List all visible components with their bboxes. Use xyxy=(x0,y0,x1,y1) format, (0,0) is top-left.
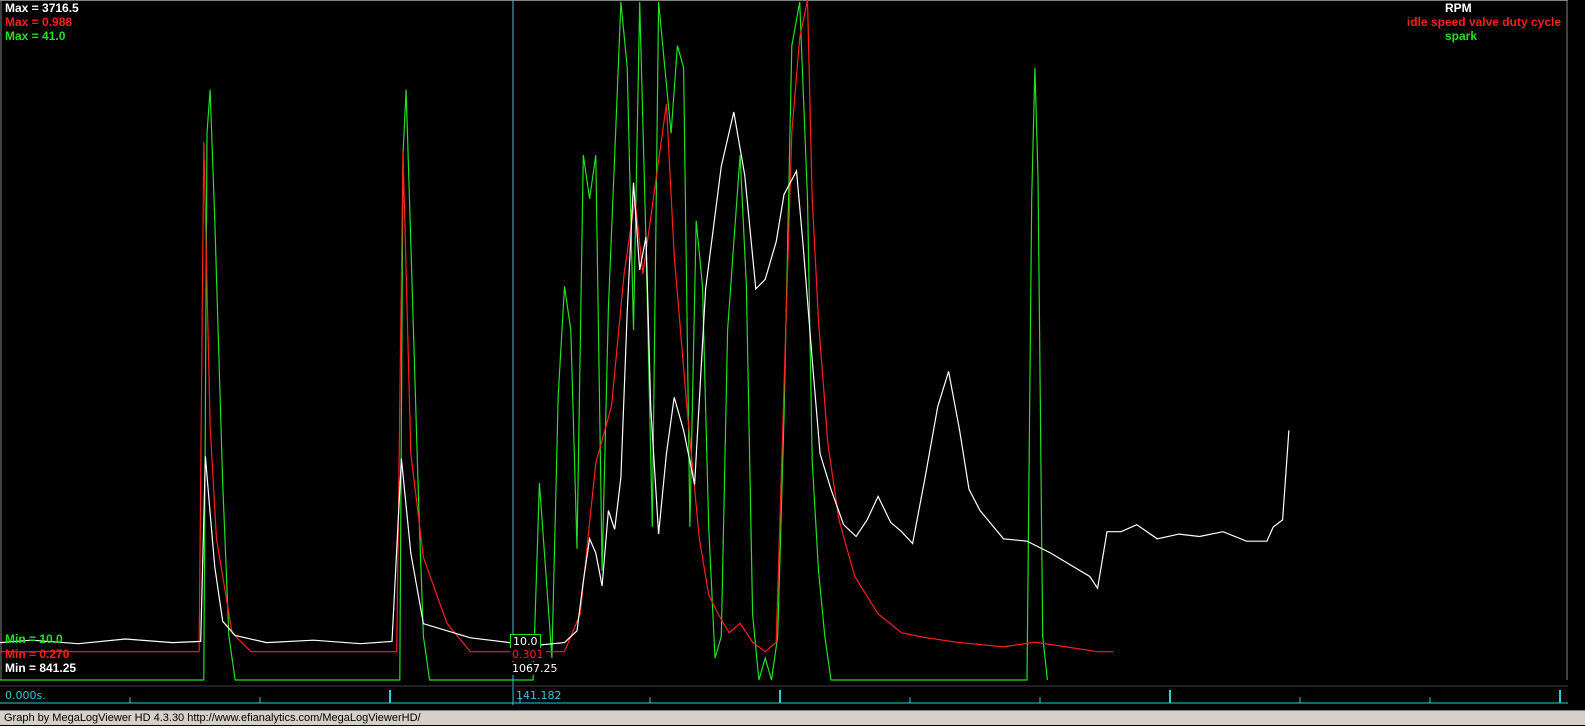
plot-background xyxy=(0,0,1585,686)
idle-min-label: Min = 0.270 xyxy=(5,647,70,661)
timeline-ticks xyxy=(129,690,1561,703)
timeline-start-label: 0.000s. xyxy=(5,689,46,702)
legend-spark: spark xyxy=(1445,29,1478,43)
footer-credit: Graph by MegaLogViewer HD 4.3.30 http://… xyxy=(0,710,1585,725)
cursor-idle-value: 0.301 xyxy=(510,648,546,661)
cursor-time-label[interactable]: 141.182 xyxy=(516,689,562,702)
cursor-rpm-value: 1067.25 xyxy=(510,662,560,675)
plot-area[interactable] xyxy=(0,0,1585,725)
idle-max-label: Max = 0.988 xyxy=(5,15,73,29)
cursor-spark-value: 10.0 xyxy=(510,634,541,649)
legend-idle: idle speed valve duty cycle xyxy=(1406,15,1561,29)
rpm-max-label: Max = 3716.5 xyxy=(5,1,79,15)
legend-rpm: RPM xyxy=(1445,1,1472,15)
spark-max-label: Max = 41.0 xyxy=(5,29,66,43)
spark-min-label: Min = 10.0 xyxy=(5,632,63,646)
rpm-min-label: Min = 841.25 xyxy=(5,661,77,675)
